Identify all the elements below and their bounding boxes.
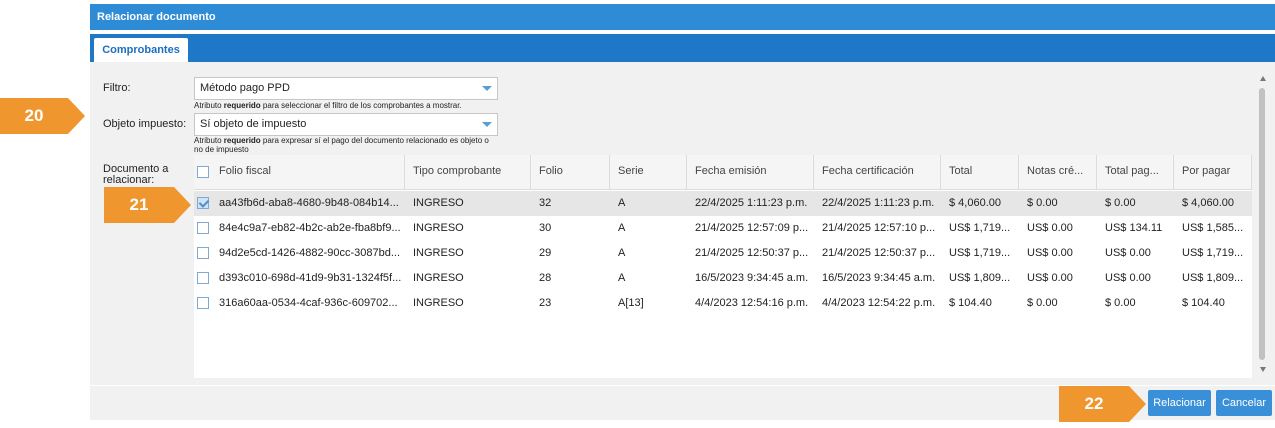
cell-fecha-certificacion: 21/4/2025 12:50:37 p... xyxy=(822,247,936,259)
cell-total-pagado: $ 0.00 xyxy=(1105,297,1136,309)
column-header-folio[interactable]: Folio xyxy=(531,155,610,190)
column-header-total-pagado[interactable]: Total pag... xyxy=(1097,155,1174,190)
row-checkbox[interactable] xyxy=(197,197,209,209)
cancel-button[interactable]: Cancelar xyxy=(1216,390,1272,416)
cell-total-pagado: US$ 0.00 xyxy=(1105,247,1151,259)
column-header-folio-fiscal[interactable]: Folio fiscal xyxy=(211,155,405,190)
cell-total: $ 104.40 xyxy=(949,297,992,309)
tax-object-select[interactable]: Sí objeto de impuesto xyxy=(194,113,498,136)
table-row[interactable]: 84e4c9a7-eb82-4b2c-ab2e-fba8bf9... INGRES… xyxy=(194,216,1252,241)
cell-fecha-emision: 21/4/2025 12:50:37 p... xyxy=(695,247,809,259)
documents-table: Folio fiscal Tipo comprobante Folio Serie Fe… xyxy=(194,155,1252,378)
row-checkbox[interactable] xyxy=(197,222,209,234)
tab-strip: Comprobantes xyxy=(90,34,1275,62)
cell-tipo-comprobante: INGRESO xyxy=(413,297,464,309)
cell-tipo-comprobante: INGRESO xyxy=(413,247,464,259)
callout-20: 20 xyxy=(0,98,85,134)
cell-por-pagar: $ 4,060.00 xyxy=(1182,197,1234,209)
cell-fecha-emision: 21/4/2025 12:57:09 p... xyxy=(695,222,809,234)
cell-serie: A xyxy=(618,222,626,234)
cell-notas-credito: $ 0.00 xyxy=(1027,297,1058,309)
select-all-checkbox[interactable] xyxy=(197,166,209,178)
document-label: Documento a relacionar: xyxy=(103,163,169,186)
column-header-notas-credito[interactable]: Notas cré... xyxy=(1019,155,1097,190)
filter-select-value: Método pago PPD xyxy=(200,82,290,94)
cell-por-pagar: US$ 1,585... xyxy=(1182,222,1244,234)
filter-label: Filtro: xyxy=(103,82,131,94)
cell-fecha-certificacion: 21/4/2025 12:57:10 p... xyxy=(822,222,936,234)
caret-down-icon xyxy=(482,86,492,91)
cell-fecha-emision: 4/4/2023 12:54:16 p.m. xyxy=(695,297,809,309)
scroll-thumb[interactable] xyxy=(1259,88,1265,360)
cell-total: $ 4,060.00 xyxy=(949,197,1001,209)
tax-object-label: Objeto impuesto: xyxy=(103,118,187,130)
cell-fecha-certificacion: 4/4/2023 12:54:22 p.m. xyxy=(822,297,936,309)
cell-fecha-emision: 16/5/2023 9:34:45 a.m. xyxy=(695,272,809,284)
cell-notas-credito: US$ 0.00 xyxy=(1027,222,1073,234)
cell-notas-credito: US$ 0.00 xyxy=(1027,247,1073,259)
cell-folio-fiscal: 84e4c9a7-eb82-4b2c-ab2e-fba8bf9... xyxy=(219,222,401,234)
tax-object-hint: Atributo requerido para expresar sí el p… xyxy=(194,136,489,154)
cell-total: US$ 1,719... xyxy=(949,222,1011,234)
scroll-up-icon[interactable] xyxy=(1260,76,1266,81)
table-row[interactable]: 316a60aa-0534-4caf-936c-609702... INGRESO… xyxy=(194,291,1252,316)
row-checkbox[interactable] xyxy=(197,297,209,309)
caret-down-icon xyxy=(482,122,492,127)
dialog-body: Filtro: Método pago PPD Atributo requeri… xyxy=(90,62,1275,385)
cell-total-pagado: US$ 134.11 xyxy=(1105,222,1163,234)
column-header-total[interactable]: Total xyxy=(941,155,1019,190)
dialog-title: Relacionar documento xyxy=(90,4,1275,30)
column-header-fecha-emision[interactable]: Fecha emisión xyxy=(687,155,814,190)
cell-folio: 30 xyxy=(539,222,552,234)
scroll-down-icon[interactable] xyxy=(1260,367,1266,372)
row-checkbox[interactable] xyxy=(197,272,209,284)
cell-total: US$ 1,809... xyxy=(949,272,1011,284)
cell-fecha-emision: 22/4/2025 1:11:23 p.m. xyxy=(695,197,808,209)
column-header-fecha-certificacion[interactable]: Fecha certificación xyxy=(814,155,941,190)
callout-22: 22 xyxy=(1059,386,1146,422)
filter-select[interactable]: Método pago PPD xyxy=(194,77,498,100)
column-header-serie[interactable]: Serie xyxy=(610,155,687,190)
cell-folio-fiscal: d393c010-698d-41d9-9b31-1324f5f... xyxy=(219,272,402,284)
cell-tipo-comprobante: INGRESO xyxy=(413,197,464,209)
cell-total-pagado: $ 0.00 xyxy=(1105,197,1136,209)
cell-serie: A xyxy=(618,197,626,209)
cell-serie: A[13] xyxy=(618,297,644,309)
filter-hint: Atributo requerido para seleccionar el f… xyxy=(194,101,462,110)
cell-por-pagar: US$ 1,719... xyxy=(1182,247,1244,259)
tab-comprobantes[interactable]: Comprobantes xyxy=(94,38,188,62)
cell-folio-fiscal: aa43fb6d-aba8-4680-9b48-084b14... xyxy=(219,197,399,209)
relate-button[interactable]: Relacionar xyxy=(1148,390,1211,416)
cell-folio-fiscal: 316a60aa-0534-4caf-936c-609702... xyxy=(219,297,398,309)
cell-folio: 23 xyxy=(539,297,552,309)
cell-notas-credito: US$ 0.00 xyxy=(1027,272,1073,284)
cell-folio: 28 xyxy=(539,272,552,284)
cell-total-pagado: US$ 0.00 xyxy=(1105,272,1151,284)
cell-notas-credito: $ 0.00 xyxy=(1027,197,1058,209)
cell-fecha-certificacion: 22/4/2025 1:11:23 p.m. xyxy=(822,197,935,209)
cell-serie: A xyxy=(618,247,626,259)
column-header-por-pagar[interactable]: Por pagar xyxy=(1174,155,1252,190)
relate-document-dialog: Relacionar documento Comprobantes Filtro… xyxy=(90,4,1275,428)
table-header: Folio fiscal Tipo comprobante Folio Serie Fe… xyxy=(194,155,1252,190)
cell-por-pagar: US$ 1,809... xyxy=(1182,272,1244,284)
cell-total: US$ 1,719... xyxy=(949,247,1011,259)
table-scrollbar[interactable] xyxy=(1257,74,1269,374)
cell-folio: 29 xyxy=(539,247,552,259)
cell-fecha-certificacion: 16/5/2023 9:34:45 a.m. xyxy=(822,272,936,284)
column-header-tipo-comprobante[interactable]: Tipo comprobante xyxy=(405,155,531,190)
tax-object-select-value: Sí objeto de impuesto xyxy=(200,118,307,130)
table-row[interactable]: aa43fb6d-aba8-4680-9b48-084b14... INGRESO… xyxy=(194,191,1252,216)
cell-por-pagar: $ 104.40 xyxy=(1182,297,1225,309)
cell-serie: A xyxy=(618,272,626,284)
cell-tipo-comprobante: INGRESO xyxy=(413,272,464,284)
cell-folio: 32 xyxy=(539,197,552,209)
table-row[interactable]: d393c010-698d-41d9-9b31-1324f5f... INGRES… xyxy=(194,266,1252,291)
callout-21: 21 xyxy=(104,187,191,223)
cell-folio-fiscal: 94d2e5cd-1426-4882-90cc-3087bd... xyxy=(219,247,401,259)
table-row[interactable]: 94d2e5cd-1426-4882-90cc-3087bd... INGRESO… xyxy=(194,241,1252,266)
row-checkbox[interactable] xyxy=(197,247,209,259)
cell-tipo-comprobante: INGRESO xyxy=(413,222,464,234)
